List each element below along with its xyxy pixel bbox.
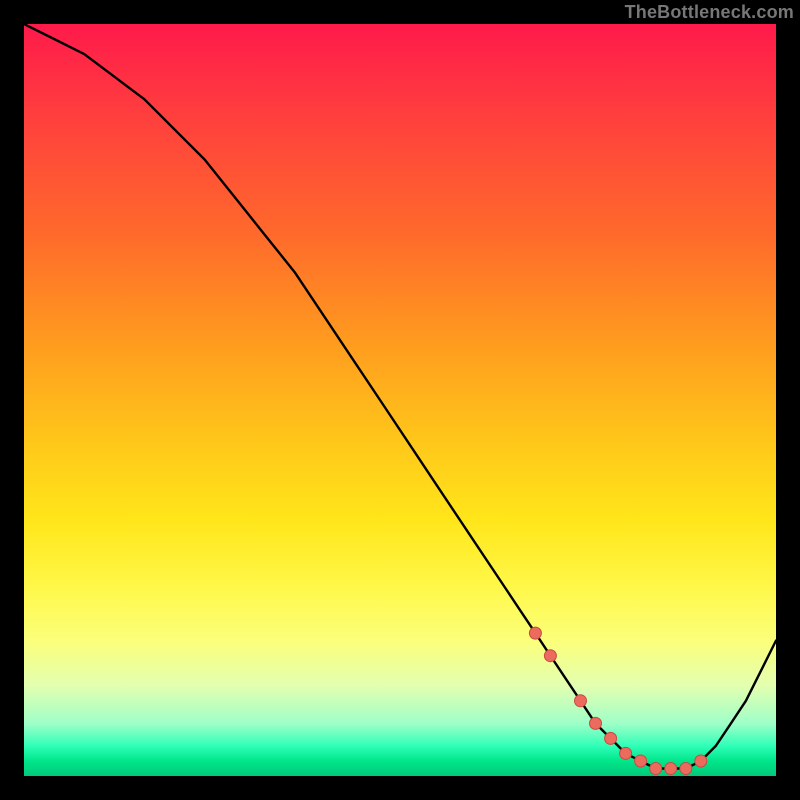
curve-marker bbox=[544, 650, 556, 662]
curve-marker bbox=[529, 627, 541, 639]
curve-marker bbox=[620, 747, 632, 759]
curve-marker bbox=[650, 763, 662, 775]
attribution-text: TheBottleneck.com bbox=[625, 2, 794, 23]
curve-marker bbox=[635, 755, 647, 767]
curve-marker bbox=[665, 763, 677, 775]
curve-marker bbox=[590, 717, 602, 729]
curve-marker bbox=[575, 695, 587, 707]
curve-markers bbox=[529, 627, 706, 774]
curve-overlay bbox=[24, 24, 776, 776]
curve-marker bbox=[605, 732, 617, 744]
chart-frame: TheBottleneck.com bbox=[0, 0, 800, 800]
bottleneck-curve bbox=[24, 24, 776, 769]
curve-marker bbox=[680, 763, 692, 775]
curve-marker bbox=[695, 755, 707, 767]
plot-area bbox=[24, 24, 776, 776]
